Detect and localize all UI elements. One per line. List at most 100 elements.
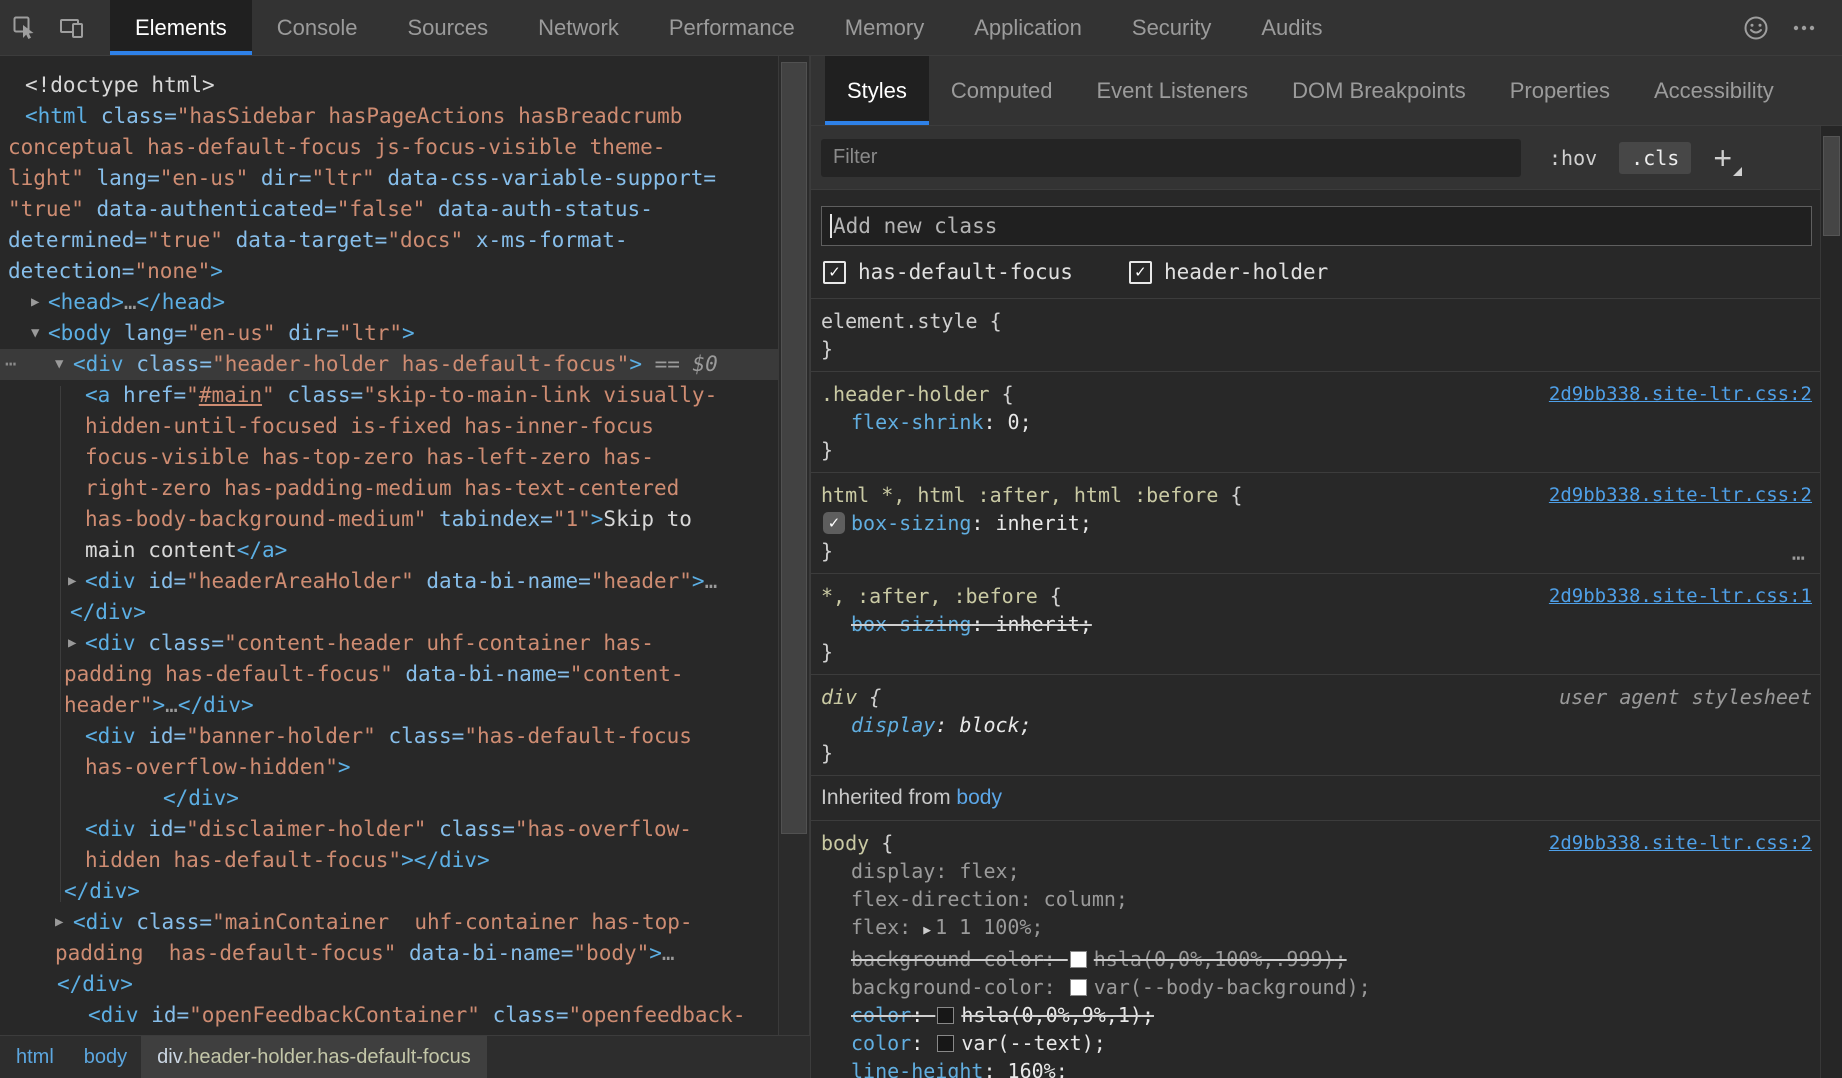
dom-tree-node[interactable]: </div>: [0, 969, 778, 1000]
overflow-menu-icon[interactable]: [1780, 13, 1828, 43]
dom-tree-node[interactable]: main content</a>: [0, 535, 778, 566]
css-property[interactable]: background-color: var(--body-background)…: [821, 973, 1820, 1001]
stylesheet-link[interactable]: 2d9bb338.site-ltr.css:2: [1549, 380, 1812, 408]
dom-scrollbar-thumb[interactable]: [781, 62, 807, 834]
tab-memory[interactable]: Memory: [820, 0, 949, 55]
css-property[interactable]: color: var(--text);: [821, 1029, 1820, 1057]
collapse-arrow-icon[interactable]: ▼: [31, 318, 39, 349]
dom-tree-node[interactable]: has-overflow-hidden">: [0, 752, 778, 783]
styles-scrollbar[interactable]: [1820, 126, 1842, 1078]
inspect-element-icon[interactable]: [0, 0, 48, 55]
dom-tree-node[interactable]: </div>: [0, 876, 778, 907]
breadcrumb-item[interactable]: body: [84, 1036, 127, 1078]
collapse-arrow-icon[interactable]: ▼: [55, 349, 63, 380]
tab-audits[interactable]: Audits: [1236, 0, 1347, 55]
tab-computed[interactable]: Computed: [929, 56, 1075, 125]
rule-selector[interactable]: body {2d9bb338.site-ltr.css:2: [821, 829, 1820, 857]
rule-more-actions-icon[interactable]: ⋯: [1792, 546, 1806, 571]
dom-tree-node[interactable]: ⋯▼<div class="header-holder has-default-…: [0, 349, 778, 380]
expand-arrow-icon[interactable]: ▶: [31, 287, 39, 318]
expand-arrow-icon[interactable]: ▶: [68, 566, 76, 597]
device-toolbar-icon[interactable]: [48, 0, 96, 55]
dom-tree-node[interactable]: right-zero has-padding-medium has-text-c…: [0, 473, 778, 504]
dom-tree-node[interactable]: ▶<div id="headerAreaHolder" data-bi-name…: [0, 566, 778, 597]
dom-tree-node[interactable]: light" lang="en-us" dir="ltr" data-css-v…: [0, 163, 778, 194]
rule-selector[interactable]: *, :after, :before {2d9bb338.site-ltr.cs…: [821, 582, 1820, 610]
css-property[interactable]: flex: ▶1 1 100%;: [821, 913, 1820, 945]
element-classes-button[interactable]: .cls: [1619, 142, 1691, 174]
rule-selector[interactable]: div {user agent stylesheet: [821, 683, 1820, 711]
styles-filter-input[interactable]: [821, 139, 1521, 177]
tab-properties[interactable]: Properties: [1488, 56, 1632, 125]
dom-tree-node[interactable]: conceptual has-default-focus js-focus-vi…: [0, 132, 778, 163]
tab-styles[interactable]: Styles: [825, 56, 929, 125]
dom-tree-node[interactable]: </div>: [0, 597, 778, 628]
rule-selector[interactable]: html *, html :after, html :before {2d9bb…: [821, 481, 1820, 509]
css-property[interactable]: flex-shrink: 0;: [821, 408, 1820, 436]
property-enabled-checkbox[interactable]: ✓: [823, 512, 845, 534]
toggle-hover-state-button[interactable]: :hov: [1549, 146, 1597, 170]
rule-selector[interactable]: element.style {: [821, 307, 1820, 335]
expand-shorthand-icon[interactable]: ▶: [923, 923, 931, 938]
color-swatch[interactable]: [1070, 951, 1087, 968]
class-toggle-has-default-focus[interactable]: ✓has-default-focus: [823, 260, 1073, 284]
dom-tree-node[interactable]: <div id="disclaimer-holder" class="has-o…: [0, 814, 778, 845]
css-property[interactable]: background-color: hsla(0,0%,100%,.999);: [821, 945, 1820, 973]
add-new-class-input[interactable]: Add new class: [821, 206, 1812, 246]
checkbox-icon[interactable]: ✓: [823, 261, 846, 284]
tab-dom-breakpoints[interactable]: DOM Breakpoints: [1270, 56, 1488, 125]
dom-tree-node[interactable]: "true" data-authenticated="false" data-a…: [0, 194, 778, 225]
dom-tree-node[interactable]: <!doctype html>: [0, 70, 778, 101]
stylesheet-link[interactable]: 2d9bb338.site-ltr.css:1: [1549, 582, 1812, 610]
dom-tree-node[interactable]: <html class="hasSidebar hasPageActions h…: [0, 101, 778, 132]
breadcrumb-item[interactable]: html: [16, 1036, 54, 1078]
tab-accessibility[interactable]: Accessibility: [1632, 56, 1796, 125]
css-property[interactable]: box-sizing: inherit;: [821, 610, 1820, 638]
tab-elements[interactable]: Elements: [110, 0, 252, 55]
checkbox-icon[interactable]: ✓: [1129, 261, 1152, 284]
dom-tree-node[interactable]: hidden has-default-focus"></div>: [0, 845, 778, 876]
dom-tree-node[interactable]: <a href="#main" class="skip-to-main-link…: [0, 380, 778, 411]
tab-performance[interactable]: Performance: [644, 0, 820, 55]
dom-tree-node[interactable]: determined="true" data-target="docs" x-m…: [0, 225, 778, 256]
tab-network[interactable]: Network: [513, 0, 644, 55]
expand-arrow-icon[interactable]: ▶: [68, 628, 76, 659]
css-property[interactable]: display: flex;: [821, 857, 1820, 885]
dom-tree-node[interactable]: hidden-until-focused is-fixed has-inner-…: [0, 411, 778, 442]
dom-scrollbar[interactable]: [778, 56, 810, 1035]
node-menu-dots-icon[interactable]: ⋯: [5, 349, 18, 380]
dom-tree-node[interactable]: <div id="banner-holder" class="has-defau…: [0, 721, 778, 752]
stylesheet-link[interactable]: 2d9bb338.site-ltr.css:2: [1549, 481, 1812, 509]
stylesheet-link[interactable]: 2d9bb338.site-ltr.css:2: [1549, 829, 1812, 857]
class-toggle-header-holder[interactable]: ✓header-holder: [1129, 260, 1328, 284]
css-property[interactable]: display: block;: [821, 711, 1820, 739]
dom-tree-node[interactable]: ▶<div class="mainContainer uhf-container…: [0, 907, 778, 938]
color-swatch[interactable]: [937, 1007, 954, 1024]
tab-sources[interactable]: Sources: [382, 0, 513, 55]
dom-tree-node[interactable]: header">…</div>: [0, 690, 778, 721]
dom-tree-node[interactable]: <div id="openFeedbackContainer" class="o…: [0, 1000, 778, 1031]
tab-application[interactable]: Application: [949, 0, 1107, 55]
css-property[interactable]: line-height: 160%;: [821, 1057, 1820, 1078]
dom-tree-node[interactable]: ▶<div class="content-header uhf-containe…: [0, 628, 778, 659]
tab-console[interactable]: Console: [252, 0, 383, 55]
dom-tree-node[interactable]: ▶<head>…</head>: [0, 287, 778, 318]
rule-selector[interactable]: .header-holder {2d9bb338.site-ltr.css:2: [821, 380, 1820, 408]
dom-tree-node[interactable]: focus-visible has-top-zero has-left-zero…: [0, 442, 778, 473]
breadcrumb-item[interactable]: div.header-holder.has-default-focus: [141, 1036, 487, 1078]
css-property[interactable]: flex-direction: column;: [821, 885, 1820, 913]
css-property[interactable]: ✓box-sizing: inherit;: [821, 509, 1820, 537]
dom-tree-node[interactable]: ▼<body lang="en-us" dir="ltr">: [0, 318, 778, 349]
dom-tree-node[interactable]: has-body-background-medium" tabindex="1"…: [0, 504, 778, 535]
dom-tree-node[interactable]: </div>: [0, 783, 778, 814]
feedback-smiley-icon[interactable]: [1732, 13, 1780, 43]
dom-tree-node[interactable]: padding has-default-focus" data-bi-name=…: [0, 938, 778, 969]
new-style-rule-button[interactable]: +: [1713, 148, 1742, 168]
styles-scrollbar-thumb[interactable]: [1823, 136, 1840, 236]
css-property[interactable]: color: hsla(0,0%,9%,1);: [821, 1001, 1820, 1029]
color-swatch[interactable]: [1070, 979, 1087, 996]
dom-tree-node[interactable]: padding has-default-focus" data-bi-name=…: [0, 659, 778, 690]
dom-tree-node[interactable]: detection="none">: [0, 256, 778, 287]
tab-security[interactable]: Security: [1107, 0, 1236, 55]
color-swatch[interactable]: [937, 1035, 954, 1052]
